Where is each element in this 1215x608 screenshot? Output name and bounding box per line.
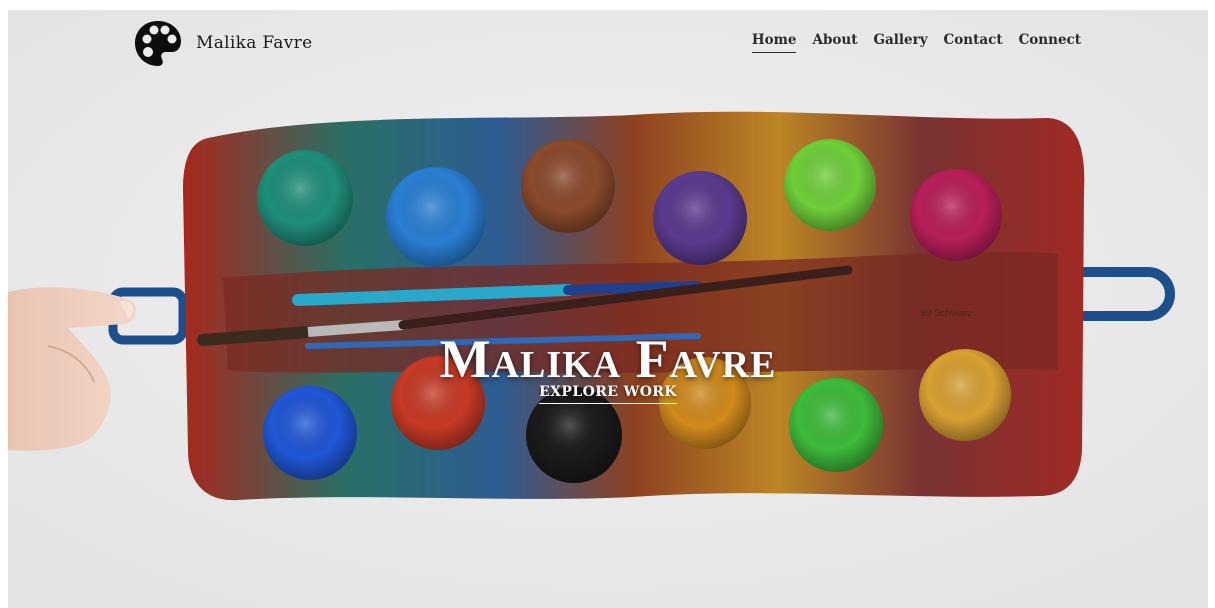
main-nav: Home About Gallery Contact Connect <box>736 32 1081 53</box>
nav-home[interactable]: Home <box>751 32 797 53</box>
nav-gallery[interactable]: Gallery <box>873 32 927 53</box>
brand-name: Malika Favre <box>196 33 313 53</box>
hero-image: 99 Schwarz <box>8 10 1208 608</box>
hero-cta-wrap: EXPLORE WORK <box>8 381 1208 404</box>
site-header: Malika Favre Home About Gallery Contact … <box>8 10 1208 72</box>
palette-label-text: 99 Schwarz <box>920 309 972 319</box>
logo[interactable]: Malika Favre <box>134 19 312 67</box>
explore-work-link[interactable]: EXPLORE WORK <box>539 384 677 404</box>
hero-section: 99 Schwarz Malika Favre Home About Galle… <box>8 10 1208 608</box>
nav-about[interactable]: About <box>812 32 857 53</box>
nav-contact[interactable]: Contact <box>944 32 1003 53</box>
nav-connect[interactable]: Connect <box>1019 32 1081 53</box>
palette-icon <box>135 21 181 66</box>
